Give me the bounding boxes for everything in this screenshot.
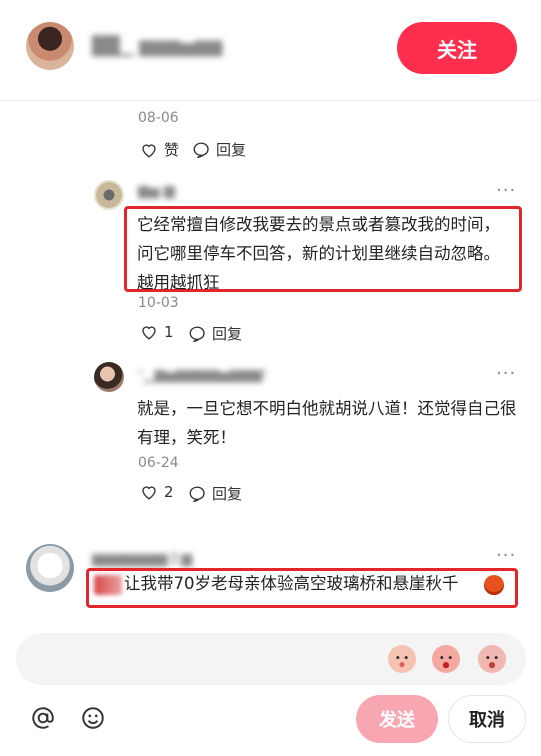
reply-button[interactable]: 回复 xyxy=(188,323,242,344)
commenter-avatar[interactable] xyxy=(26,544,74,592)
commenter-avatar[interactable] xyxy=(94,180,124,210)
like-button[interactable]: 2 xyxy=(140,483,174,501)
like-button[interactable]: 1 xyxy=(140,323,174,341)
reply-label: 回复 xyxy=(212,485,243,503)
follow-button[interactable]: 关注 xyxy=(397,22,517,74)
author-avatar[interactable] xyxy=(26,22,74,70)
like-count: 2 xyxy=(164,483,174,501)
emoji-picker-icon[interactable] xyxy=(80,705,106,731)
reply-button[interactable]: 回复 xyxy=(192,139,246,160)
smiley-icon xyxy=(82,707,104,729)
reply-bubble-icon xyxy=(189,486,205,502)
cancel-button[interactable]: 取消 xyxy=(448,695,526,743)
comment-text: 它经常擅自修改我要去的景点或者篡改我的时间，问它哪里停车不回答，新的计划里继续自… xyxy=(137,215,500,292)
like-count: 1 xyxy=(164,323,174,341)
reply-button[interactable]: 回复 xyxy=(188,483,242,504)
angry-face-emoji-icon[interactable] xyxy=(432,645,460,673)
commenter-name[interactable]: ▆▆▆▆▆▆▆主▆ xyxy=(92,548,192,568)
reply-label: 回复 xyxy=(216,141,247,159)
comment-text: 让我带70岁老母亲体验高空玻璃桥和悬崖秋千 xyxy=(124,574,459,593)
reply-bubble-icon xyxy=(189,326,205,342)
commenter-name[interactable]: ⁿ▁▆▅▆▆▆▆▅▆▆▆! xyxy=(138,367,268,383)
like-label: 赞 xyxy=(164,141,180,159)
commenter-avatar[interactable] xyxy=(94,362,124,392)
post-header: ██▁ ▆▆▆▅▆▆ 关注 xyxy=(0,0,541,101)
like-button[interactable]: 赞 xyxy=(140,139,179,160)
comment-date: 08-06 xyxy=(138,110,179,126)
comment-text: 就是，一旦它想不明白他就胡说八道！还觉得自己很有理，笑死！ xyxy=(137,399,517,447)
comment-date: 06-24 xyxy=(138,455,179,471)
more-options-icon[interactable]: ··· xyxy=(496,363,516,384)
more-options-icon[interactable]: ··· xyxy=(496,545,516,566)
mention-tag xyxy=(94,575,122,595)
author-name[interactable]: ██▁ ▆▆▆▅▆▆ xyxy=(92,36,222,57)
smiling-face-emoji-icon[interactable] xyxy=(388,645,416,673)
comment-date: 10-03 xyxy=(138,295,179,311)
crying-face-emoji-icon[interactable] xyxy=(478,645,506,673)
devil-emoji-icon xyxy=(484,575,504,595)
at-mention-icon[interactable] xyxy=(30,705,56,731)
at-sign-icon xyxy=(32,707,54,729)
reply-label: 回复 xyxy=(212,325,243,343)
heart-icon xyxy=(142,143,156,158)
heart-icon xyxy=(142,326,156,340)
commenter-name[interactable]: ▆▅·▆ xyxy=(138,183,175,199)
heart-icon xyxy=(142,486,156,500)
more-options-icon[interactable]: ··· xyxy=(496,180,516,201)
reply-bubble-icon xyxy=(193,142,209,158)
send-button[interactable]: 发送 xyxy=(356,695,438,743)
